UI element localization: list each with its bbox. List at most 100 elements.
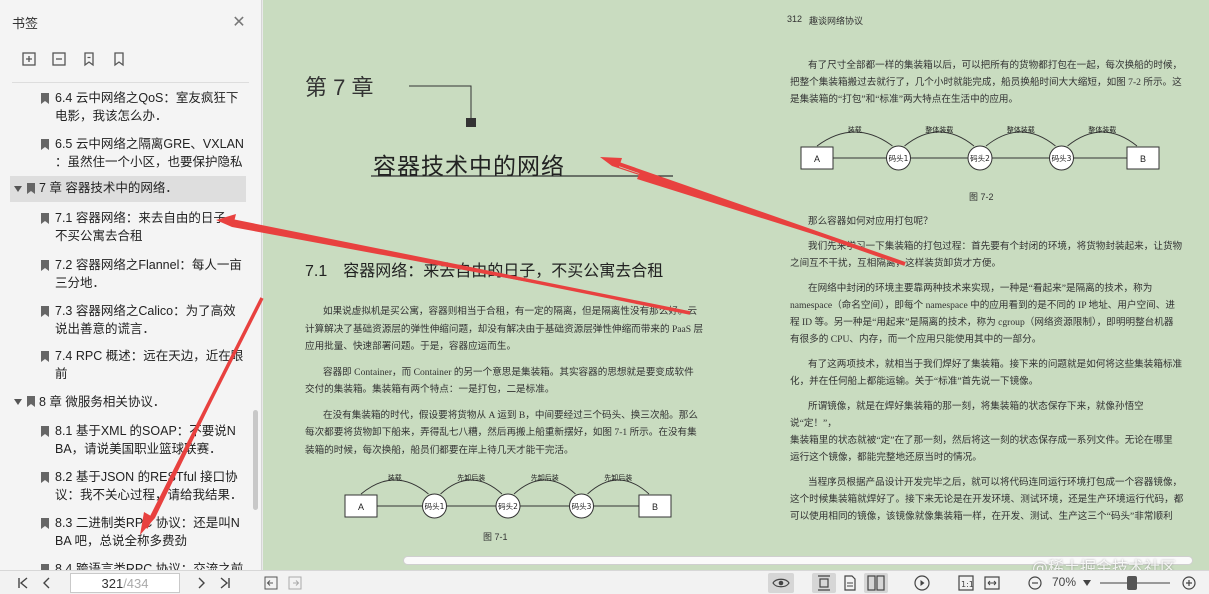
- pdf-reader-window: 书签 ✕ 6.4 云中网络之QoS：室友疯狂下 电影，我该怎么办． 6.5 云中…: [0, 0, 1209, 594]
- body-line: 是集装箱的“打包”和“标准”两大特点在生活中的应用。: [790, 94, 1019, 105]
- bookmark-item[interactable]: 8.1 基于XML 的SOAP：不要说N BA，请说美国职业篮球联赛．: [0, 423, 252, 459]
- body-line: 应用批量、快速部署问题。于是，容器应运而生。: [305, 341, 517, 352]
- expand-caret-icon[interactable]: [14, 186, 22, 192]
- figure-arc: [440, 479, 503, 495]
- document-view[interactable]: 第 7 章 容器技术中的网络 7.1 容器网络：来去自由的日子，不买公寓去合租 …: [263, 0, 1209, 570]
- right-page-body-top: 有了尺寸全部都一样的集装箱以后，可以把所有的货物都打包在一起，每次换船的时候， …: [790, 57, 1190, 108]
- page-number-input[interactable]: 321/434: [70, 573, 180, 593]
- forward-icon[interactable]: [286, 573, 304, 593]
- figure-start-label: A: [358, 502, 364, 512]
- body-line: 装箱的时候，每次换船，船员们都要在岸上待几天才能干完活。: [305, 444, 574, 456]
- bookmark-mark-icon: [41, 139, 49, 150]
- bookmark-chapter-8[interactable]: 8 章 微服务相关协议．: [10, 391, 246, 415]
- bookmark-item[interactable]: 8.4 跨语言类RPC 协议：交流之前: [0, 561, 252, 570]
- figure-arc: [985, 131, 1056, 147]
- left-page-body: 如果说虚拟机是买公寓，容器则相当于合租，有一定的隔离，但是隔离性没有那么好。云 …: [305, 303, 705, 459]
- bookmark-label: 7.4 RPC 概述：远在天边，近在眼: [55, 349, 244, 363]
- bookmark-toolbar: [0, 44, 261, 74]
- bookmark-mark-icon: [41, 472, 49, 483]
- figure-arc-label: 整体装载: [1088, 125, 1116, 134]
- bookmark-item[interactable]: 8.2 基于JSON 的RESTful 接口协 议：我不关心过程，请给我结果．: [0, 469, 252, 505]
- remove-bookmark-icon[interactable]: [50, 50, 68, 68]
- bookmark-item[interactable]: 6.5 云中网络之隔离GRE、VXLAN ：虽然住一个小区，也要保护隐私: [0, 136, 252, 172]
- figure-arc-label: 先卸后装: [457, 473, 485, 482]
- fit-width-icon[interactable]: [982, 573, 1002, 593]
- bookmark-label: 7.2 容器网络之Flannel：每人一亩: [55, 258, 242, 272]
- two-page-icon[interactable]: [864, 573, 888, 593]
- body-line: 我们先来学习一下集装箱的打包过程：首先要有个封闭的环境，将货物封装起来，让货物: [808, 241, 1183, 252]
- body-line: 化，并在任何船上都能运输。关于“标准”首先说一下镜像。: [790, 376, 1039, 387]
- back-icon[interactable]: [262, 573, 280, 593]
- body-line: 集装箱里的状态就被“定”在了那一刻，然后将这一刻的状态保存成一系列文件。无论在哪…: [790, 435, 1173, 446]
- body-line: 可以使用相同的镜像，该镜像就像集装箱一样，在开发、测试、生产这三个“码头”非常顺…: [790, 511, 1173, 522]
- bookmark-item[interactable]: 7.4 RPC 概述：远在天边，近在眼 前: [0, 348, 252, 384]
- bookmark-label-line2: BA，请说美国职业篮球联赛．: [55, 442, 222, 456]
- sidebar-scrollbar[interactable]: [253, 410, 258, 510]
- figure-node-label: 码头1: [889, 153, 909, 163]
- page-spread: 第 7 章 容器技术中的网络 7.1 容器网络：来去自由的日子，不买公寓去合租 …: [263, 0, 1209, 552]
- bookmark-chapter-7[interactable]: 7 章 容器技术中的网络．: [10, 176, 246, 202]
- body-line: 计算解决了基础资源层的弹性伸缩问题，却没有解决由于基础资源层弹性伸缩而带来的 P…: [305, 323, 704, 335]
- body-line: 有很多的 CPU、内存，而一个应用只能使用其中的一部分。: [790, 334, 1042, 345]
- body-line: 有了尺寸全部都一样的集装箱以后，可以把所有的货物都打包在一起，每次换船的时候，: [808, 60, 1183, 71]
- bookmark-item[interactable]: 7.3 容器网络之Calico：为了高效 说出善意的谎言．: [0, 303, 252, 339]
- continuous-scroll-icon[interactable]: [812, 573, 836, 593]
- bookmark-label: 8.3 二进制类RPC 协议：还是叫N: [55, 516, 240, 530]
- figure-arc: [904, 131, 975, 147]
- actual-size-icon[interactable]: 1:1: [956, 573, 976, 593]
- zoom-dropdown-icon[interactable]: [1080, 573, 1094, 593]
- eye-protection-icon[interactable]: [768, 573, 794, 593]
- page-header-number: 312: [787, 14, 803, 24]
- bookmark-label: 6.4 云中网络之QoS：室友疯狂下: [55, 91, 239, 105]
- play-icon[interactable]: [912, 573, 932, 593]
- figure-arc-label: 装载: [848, 125, 862, 134]
- figure-caption: 图 7-2: [969, 192, 994, 202]
- sidebar-header: 书签 ✕: [0, 0, 261, 44]
- bookmark-label-line2: 三分地．: [55, 276, 106, 290]
- zoom-level[interactable]: 70%: [1052, 575, 1076, 589]
- last-page-icon[interactable]: [216, 573, 234, 593]
- figure-7-1: A B 码头1 码头2 码头3 装载 先卸后装 先卸后装 先卸后装: [344, 473, 672, 519]
- close-icon[interactable]: ✕: [231, 14, 247, 31]
- bookmark-label: 8 章 微服务相关协议．: [39, 395, 166, 409]
- figure-node-label: 码头3: [1052, 153, 1072, 163]
- bookmarks-sidebar: 书签 ✕ 6.4 云中网络之QoS：室友疯狂下 电影，我该怎么办． 6.5 云中…: [0, 0, 262, 570]
- body-line: 交付的集装箱。集装箱有两个特点：一是打包，二是标准。: [305, 384, 555, 395]
- bookmark-expand-icon[interactable]: [80, 50, 98, 68]
- bottom-toolbar: 321/434 1:1 70%: [0, 570, 1209, 594]
- prev-page-icon[interactable]: [38, 573, 56, 593]
- body-line: 这个时候集装箱就焊好了。接下来无论是在开发环境、测试环境，还是生产环境运行代码，…: [790, 494, 1184, 505]
- figure-end-label: B: [652, 502, 658, 512]
- body-line: namespace（命名空间），即每个 namespace 中的应用看到的是不同…: [790, 300, 1175, 311]
- bookmark-item[interactable]: 6.4 云中网络之QoS：室友疯狂下 电影，我该怎么办．: [0, 90, 252, 126]
- figure-node-label: 码头2: [970, 153, 990, 163]
- expand-caret-icon[interactable]: [14, 399, 22, 405]
- first-page-icon[interactable]: [14, 573, 32, 593]
- zoom-out-icon[interactable]: [1026, 573, 1044, 593]
- bookmark-icon[interactable]: [110, 50, 128, 68]
- bookmark-item[interactable]: 8.3 二进制类RPC 协议：还是叫N BA 吧，总说全称多费劲: [0, 515, 252, 551]
- bookmark-item[interactable]: 7.2 容器网络之Flannel：每人一亩 三分地．: [0, 257, 252, 293]
- bookmark-mark-icon: [27, 183, 35, 194]
- bookmark-label-line2: BA 吧，总说全称多费劲: [55, 534, 187, 548]
- body-line: 运行这个镜像，都能完整地还原当时的情况。: [790, 452, 982, 463]
- add-bookmark-icon[interactable]: [20, 50, 38, 68]
- figure-arc-label: 先卸后装: [604, 473, 632, 482]
- figure-arc-label: 整体装载: [1007, 125, 1035, 134]
- single-page-icon[interactable]: [840, 573, 860, 593]
- zoom-in-icon[interactable]: [1180, 573, 1198, 593]
- page-header-title: 趣谈网络协议: [809, 16, 864, 26]
- next-page-icon[interactable]: [192, 573, 210, 593]
- bookmark-item[interactable]: 7.1 容器网络：来去自由的日子 不买公寓去合租: [0, 210, 252, 246]
- figure-node-label: 码头3: [572, 501, 592, 511]
- figure-arc-label: 先卸后装: [531, 473, 559, 482]
- body-line: 当程序员根据产品设计开发完毕之后，就可以将代码连同运行环境打包成一个容器镜像，: [808, 477, 1183, 488]
- zoom-slider-thumb[interactable]: [1127, 576, 1137, 590]
- figure-arc: [1067, 131, 1138, 147]
- bookmark-label: 7.1 容器网络：来去自由的日子: [55, 211, 226, 225]
- bookmark-mark-icon: [41, 260, 49, 271]
- sidebar-title: 书签: [12, 15, 39, 31]
- figure-arc: [816, 131, 893, 147]
- body-line: 在没有集装箱的时代，假设要将货物从 A 运到 B，中间要经过三个码头、换三次船。…: [323, 409, 698, 421]
- figure-arc: [513, 479, 576, 495]
